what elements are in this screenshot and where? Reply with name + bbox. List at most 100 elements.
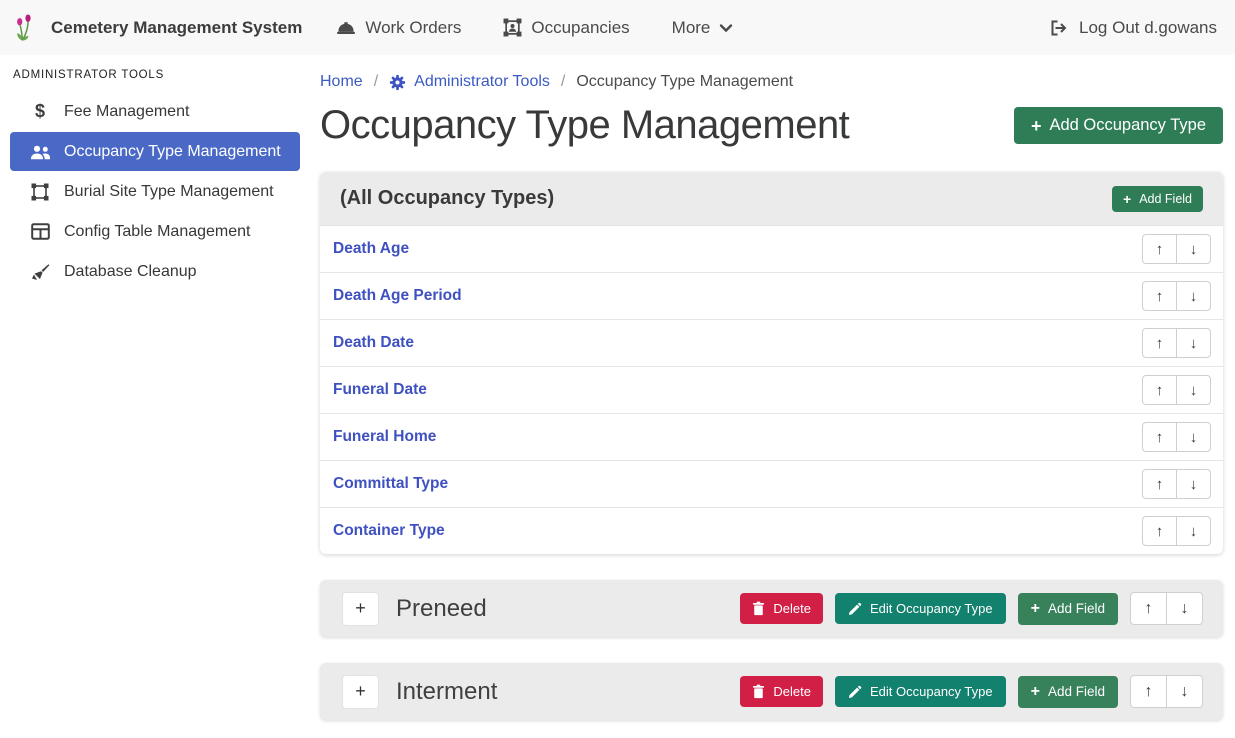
page-header: Occupancy Type Management + Add Occupanc…	[320, 103, 1223, 148]
expand-section-button[interactable]: +	[342, 675, 379, 709]
reorder-buttons: ↑ ↓	[1142, 422, 1211, 452]
nav-label: Occupancies	[531, 18, 629, 38]
plus-icon: +	[1031, 117, 1042, 135]
nav-more[interactable]: More	[672, 18, 734, 38]
add-occupancy-type-button[interactable]: + Add Occupancy Type	[1014, 107, 1223, 144]
main-content: Home / Administrat	[310, 55, 1235, 738]
nav-work-orders[interactable]: Work Orders	[336, 18, 461, 38]
arrow-up-icon: ↑	[1156, 335, 1164, 352]
sidebar-item-database-cleanup[interactable]: Database Cleanup	[10, 252, 300, 291]
card-title: (All Occupancy Types)	[340, 187, 554, 210]
dollar-icon: $	[29, 101, 51, 122]
move-up-button[interactable]: ↑	[1142, 328, 1177, 358]
field-link-death-age-period[interactable]: Death Age Period	[333, 287, 462, 305]
vector-square-icon	[29, 183, 51, 201]
move-down-button[interactable]: ↓	[1176, 375, 1211, 405]
move-up-button[interactable]: ↑	[1142, 234, 1177, 264]
reorder-buttons: ↑ ↓	[1142, 469, 1211, 499]
broom-icon	[29, 263, 51, 281]
add-field-button[interactable]: + Add Field	[1018, 593, 1118, 625]
logout-button[interactable]: Log Out d.gowans	[1049, 18, 1221, 38]
field-link-funeral-date[interactable]: Funeral Date	[333, 381, 427, 399]
move-down-button[interactable]: ↓	[1166, 675, 1203, 708]
arrow-up-icon: ↑	[1156, 382, 1164, 399]
expand-section-button[interactable]: +	[342, 592, 379, 626]
arrow-up-icon: ↑	[1145, 600, 1153, 618]
app-brand[interactable]: Cemetery Management System	[14, 12, 302, 44]
reorder-buttons: ↑ ↓	[1130, 675, 1203, 708]
breadcrumb-label: Administrator Tools	[414, 73, 550, 91]
move-up-button[interactable]: ↑	[1142, 516, 1177, 546]
field-link-committal-type[interactable]: Committal Type	[333, 475, 448, 493]
brand-title: Cemetery Management System	[51, 18, 302, 38]
button-label: Delete	[773, 684, 811, 699]
sidebar-item-label: Fee Management	[64, 103, 189, 121]
button-label: Add Occupancy Type	[1049, 116, 1206, 135]
move-up-button[interactable]: ↑	[1142, 469, 1177, 499]
breadcrumb-separator: /	[374, 73, 378, 91]
chevron-down-icon	[719, 23, 733, 33]
move-up-button[interactable]: ↑	[1142, 281, 1177, 311]
field-link-death-age[interactable]: Death Age	[333, 240, 409, 258]
add-field-button[interactable]: + Add Field	[1018, 676, 1118, 708]
field-link-funeral-home[interactable]: Funeral Home	[333, 428, 436, 446]
move-up-button[interactable]: ↑	[1142, 422, 1177, 452]
breadcrumb-label: Home	[320, 73, 363, 91]
arrow-up-icon: ↑	[1156, 476, 1164, 493]
field-link-container-type[interactable]: Container Type	[333, 522, 445, 540]
edit-occupancy-type-button[interactable]: Edit Occupancy Type	[835, 676, 1006, 707]
move-down-button[interactable]: ↓	[1176, 234, 1211, 264]
move-down-button[interactable]: ↓	[1176, 469, 1211, 499]
field-link-death-date[interactable]: Death Date	[333, 334, 414, 352]
breadcrumb-administrator-tools[interactable]: Administrator Tools	[389, 73, 550, 91]
breadcrumb-home[interactable]: Home	[320, 73, 363, 91]
move-down-button[interactable]: ↓	[1176, 328, 1211, 358]
move-up-button[interactable]: ↑	[1130, 675, 1167, 708]
field-row: Death Age Period ↑ ↓	[320, 272, 1223, 319]
button-label: Add Field	[1139, 192, 1192, 206]
button-label: Delete	[773, 601, 811, 616]
plus-icon: +	[355, 681, 366, 702]
occupancy-frame-icon	[503, 18, 522, 37]
sidebar: ADMINISTRATOR TOOLS $ Fee Management Occ…	[0, 55, 310, 738]
move-down-button[interactable]: ↓	[1166, 592, 1203, 625]
reorder-buttons: ↑ ↓	[1142, 375, 1211, 405]
card-header: (All Occupancy Types) + Add Field	[320, 172, 1223, 225]
sidebar-item-burial-site-type-management[interactable]: Burial Site Type Management	[10, 172, 300, 211]
sidebar-item-label: Config Table Management	[64, 223, 251, 241]
move-up-button[interactable]: ↑	[1142, 375, 1177, 405]
sidebar-item-fee-management[interactable]: $ Fee Management	[10, 92, 300, 131]
arrow-up-icon: ↑	[1156, 288, 1164, 305]
occupancy-type-section-preneed: + Preneed Delete	[320, 580, 1223, 637]
move-down-button[interactable]: ↓	[1176, 516, 1211, 546]
pencil-icon	[848, 685, 862, 699]
sidebar-item-config-table-management[interactable]: Config Table Management	[10, 212, 300, 251]
delete-button[interactable]: Delete	[740, 676, 823, 707]
button-label: Edit Occupancy Type	[870, 601, 993, 616]
pencil-icon	[848, 602, 862, 616]
plus-icon: +	[1031, 601, 1040, 617]
edit-occupancy-type-button[interactable]: Edit Occupancy Type	[835, 593, 1006, 624]
move-down-button[interactable]: ↓	[1176, 422, 1211, 452]
arrow-down-icon: ↓	[1181, 600, 1189, 618]
sidebar-item-occupancy-type-management[interactable]: Occupancy Type Management	[10, 132, 300, 171]
trash-icon	[752, 684, 765, 699]
delete-button[interactable]: Delete	[740, 593, 823, 624]
add-field-button[interactable]: + Add Field	[1112, 186, 1203, 212]
plus-icon: +	[1031, 684, 1040, 700]
arrow-down-icon: ↓	[1190, 476, 1198, 493]
sidebar-heading: ADMINISTRATOR TOOLS	[0, 63, 310, 91]
all-occupancy-types-card: (All Occupancy Types) + Add Field Death …	[320, 172, 1223, 554]
reorder-buttons: ↑ ↓	[1142, 516, 1211, 546]
field-row: Death Age ↑ ↓	[320, 225, 1223, 272]
button-label: Add Field	[1048, 601, 1105, 616]
move-down-button[interactable]: ↓	[1176, 281, 1211, 311]
breadcrumb-current: Occupancy Type Management	[576, 73, 793, 91]
breadcrumb: Home / Administrat	[320, 73, 1223, 91]
nav-occupancies[interactable]: Occupancies	[503, 18, 629, 38]
sidebar-item-label: Database Cleanup	[64, 263, 197, 281]
arrow-up-icon: ↑	[1145, 683, 1153, 701]
sidebar-item-label: Burial Site Type Management	[64, 183, 274, 201]
move-up-button[interactable]: ↑	[1130, 592, 1167, 625]
arrow-up-icon: ↑	[1156, 429, 1164, 446]
